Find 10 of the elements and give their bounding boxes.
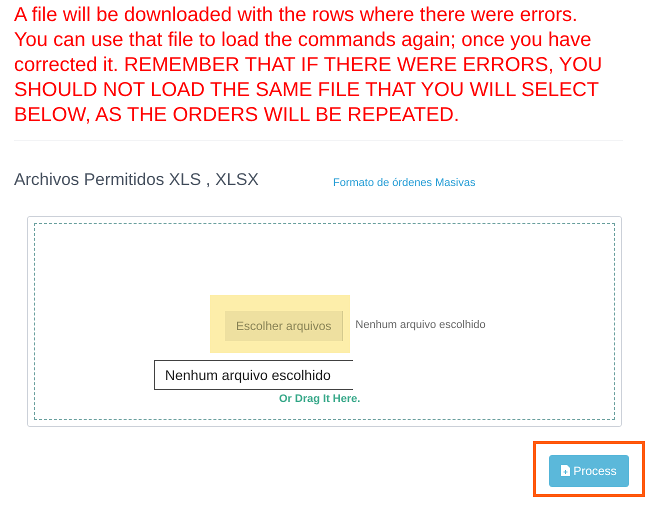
template-link[interactable]: Formato de órdenes Masivas — [333, 175, 476, 192]
choose-files-button[interactable]: Escolher arquivos — [225, 310, 344, 340]
allowed-files-label: Archivos Permitidos XLS , XLSX — [14, 169, 260, 191]
warning-message: A file will be downloaded with the rows where there were errors. You can use that file to load the commands again; once you have corrected it. REMEMBER THAT IF THERE WERE ERRORS, YOU SHOULD NOT LOAD THE SAME FILE THAT YOU WILL SELECT BELOW, AS THE ORDERS WILL BE REPEATED. — [14, 3, 604, 128]
file-status-text: Nenhum arquivo escolhido — [355, 318, 486, 334]
drop-area[interactable]: Escolher arquivos Nenhum arquivo escolhido Nenhum arquivo escolhido Or Drag It Here. — [34, 222, 615, 420]
file-icon — [561, 465, 570, 476]
drag-hint: Or Drag It Here. — [279, 392, 360, 406]
process-button[interactable]: Process — [549, 454, 629, 486]
tooltip: Nenhum arquivo escolhido — [154, 360, 353, 390]
